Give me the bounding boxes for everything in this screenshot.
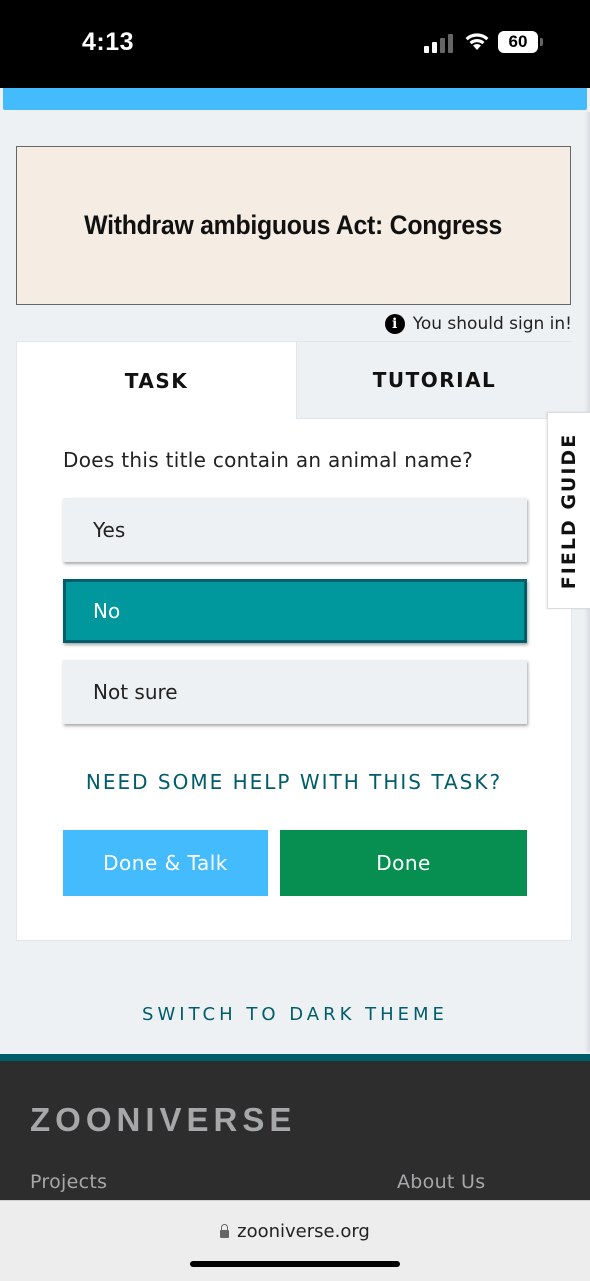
answer-yes-button[interactable]: Yes: [63, 498, 527, 562]
task-card: TASK TUTORIAL Does this title contain an…: [16, 341, 572, 941]
battery-icon: 60: [498, 31, 538, 53]
site-footer: ZOONIVERSE Projects About Us: [0, 1054, 590, 1204]
footer-link-projects[interactable]: Projects: [30, 1171, 107, 1193]
url-display[interactable]: zooniverse.org: [0, 1221, 590, 1242]
answer-label: Not sure: [93, 680, 178, 704]
answer-label: No: [93, 599, 121, 623]
url-text: zooniverse.org: [237, 1221, 370, 1242]
task-question: Does this title contain an animal name?: [63, 448, 474, 472]
answer-label: Yes: [93, 518, 126, 542]
sign-in-notice-text: You should sign in!: [412, 314, 572, 334]
battery-nub: [540, 38, 543, 46]
answer-not-sure-button[interactable]: Not sure: [63, 660, 527, 724]
project-header-stripe: [3, 88, 587, 110]
task-help-link[interactable]: NEED SOME HELP WITH THIS TASK?: [17, 770, 571, 794]
done-and-talk-button[interactable]: Done & Talk: [63, 830, 268, 896]
wifi-icon: [465, 33, 489, 50]
browser-address-bar[interactable]: zooniverse.org: [0, 1200, 590, 1281]
theme-toggle-button[interactable]: SWITCH TO DARK THEME: [0, 1004, 590, 1025]
zooniverse-logo[interactable]: ZOONIVERSE: [30, 1101, 296, 1139]
tab-task[interactable]: TASK: [17, 342, 296, 419]
status-bar: 4:13 60: [0, 0, 590, 88]
answer-no-button[interactable]: No: [63, 579, 527, 643]
subject-text: Withdraw ambiguous Act: Congress: [84, 210, 503, 240]
footer-link-about-us[interactable]: About Us: [397, 1171, 485, 1193]
done-button[interactable]: Done: [280, 830, 527, 896]
home-indicator[interactable]: [190, 1261, 400, 1267]
tab-tutorial[interactable]: TUTORIAL: [296, 342, 572, 419]
field-guide-label: FIELD GUIDE: [558, 432, 580, 589]
info-icon: i: [384, 314, 405, 334]
field-guide-tab[interactable]: FIELD GUIDE: [547, 412, 590, 609]
lock-icon: [220, 1223, 230, 1238]
status-time: 4:13: [82, 28, 135, 56]
cellular-signal-icon: [424, 33, 454, 53]
subject-image[interactable]: Withdraw ambiguous Act: Congress: [16, 146, 571, 305]
sign-in-notice[interactable]: i You should sign in!: [384, 312, 572, 336]
